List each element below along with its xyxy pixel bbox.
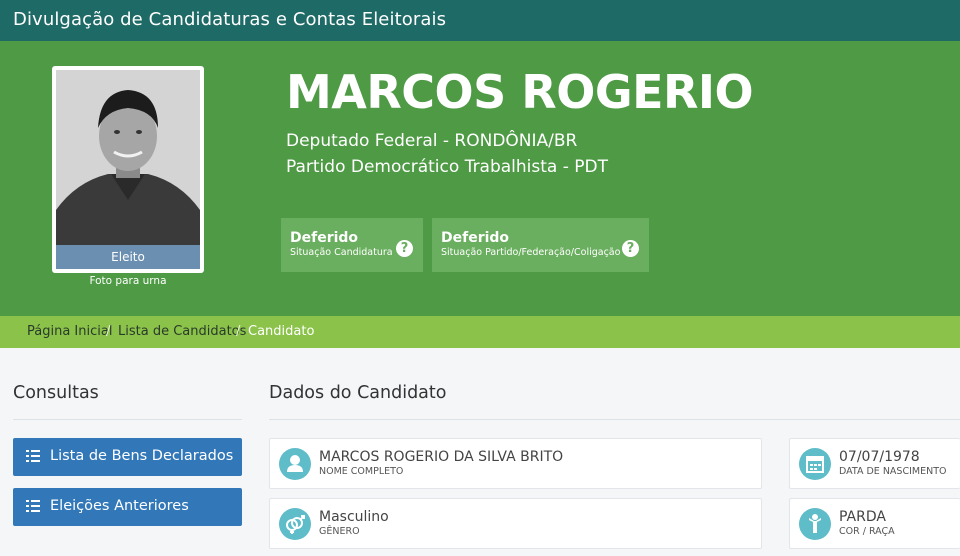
birth-date-card: 07/07/1978 DATA DE NASCIMENTO xyxy=(789,438,960,489)
gender-card: Masculino GÊNERO xyxy=(269,498,762,549)
user-icon xyxy=(279,448,311,480)
party-status: Deferido Situação Partido/Federação/Coli… xyxy=(432,218,649,272)
candidate-party: Partido Democrático Trabalhista - PDT xyxy=(286,157,609,177)
breadcrumb-separator: / xyxy=(236,324,241,339)
previous-elections-label: Eleições Anteriores xyxy=(50,498,189,514)
top-bar: Divulgação de Candidaturas e Contas Elei… xyxy=(0,0,960,41)
sidebar-title: Consultas xyxy=(13,383,99,403)
birth-date-value: 07/07/1978 xyxy=(839,449,920,465)
question-circle-icon[interactable]: ? xyxy=(396,240,413,257)
question-circle-icon[interactable]: ? xyxy=(622,240,639,257)
candidate-photo-card: Eleito xyxy=(52,66,204,273)
calendar-icon xyxy=(799,448,831,480)
person-icon xyxy=(799,508,831,540)
race-value: PARDA xyxy=(839,509,886,525)
birth-date-label: DATA DE NASCIMENTO xyxy=(839,466,947,477)
photo-caption: Foto para urna xyxy=(89,275,167,287)
full-name-label: NOME COMPLETO xyxy=(319,466,404,477)
race-card: PARDA COR / RAÇA xyxy=(789,498,960,549)
declared-assets-button[interactable]: Lista de Bens Declarados xyxy=(13,438,242,476)
candidate-hero: Eleito Foto para urna MARCOS ROGERIO Dep… xyxy=(0,41,960,316)
main-title: Dados do Candidato xyxy=(269,383,447,403)
candidate-name: MARCOS ROGERIO xyxy=(286,65,754,119)
declared-assets-label: Lista de Bens Declarados xyxy=(50,448,234,464)
gender-label: GÊNERO xyxy=(319,526,360,537)
party-status-subtitle: Situação Partido/Federação/Coligação xyxy=(441,247,621,258)
main-divider xyxy=(269,419,960,420)
candidate-result-badge: Eleito xyxy=(56,245,200,269)
sidebar-divider xyxy=(13,419,242,420)
full-name-value: MARCOS ROGERIO DA SILVA BRITO xyxy=(319,449,564,465)
list-icon xyxy=(26,450,40,462)
list-icon xyxy=(26,500,40,512)
breadcrumb-separator: / xyxy=(106,324,111,339)
breadcrumb-current: Candidato xyxy=(248,324,315,339)
gender-icon xyxy=(279,508,311,540)
candidate-office: Deputado Federal - RONDÔNIA/BR xyxy=(286,131,578,151)
site-title[interactable]: Divulgação de Candidaturas e Contas Elei… xyxy=(13,9,446,30)
candidate-photo xyxy=(56,70,200,245)
breadcrumb-home[interactable]: Página Inicial xyxy=(27,324,112,339)
breadcrumb: Página Inicial / Lista de Candidatos / C… xyxy=(0,316,960,348)
breadcrumb-candidate-list[interactable]: Lista de Candidatos xyxy=(118,324,246,339)
full-name-card: MARCOS ROGERIO DA SILVA BRITO NOME COMPL… xyxy=(269,438,762,489)
race-label: COR / RAÇA xyxy=(839,526,895,537)
party-status-title: Deferido xyxy=(441,230,510,246)
previous-elections-button[interactable]: Eleições Anteriores xyxy=(13,488,242,526)
gender-value: Masculino xyxy=(319,509,389,525)
candidacy-status: Deferido Situação Candidatura ? xyxy=(281,218,423,272)
